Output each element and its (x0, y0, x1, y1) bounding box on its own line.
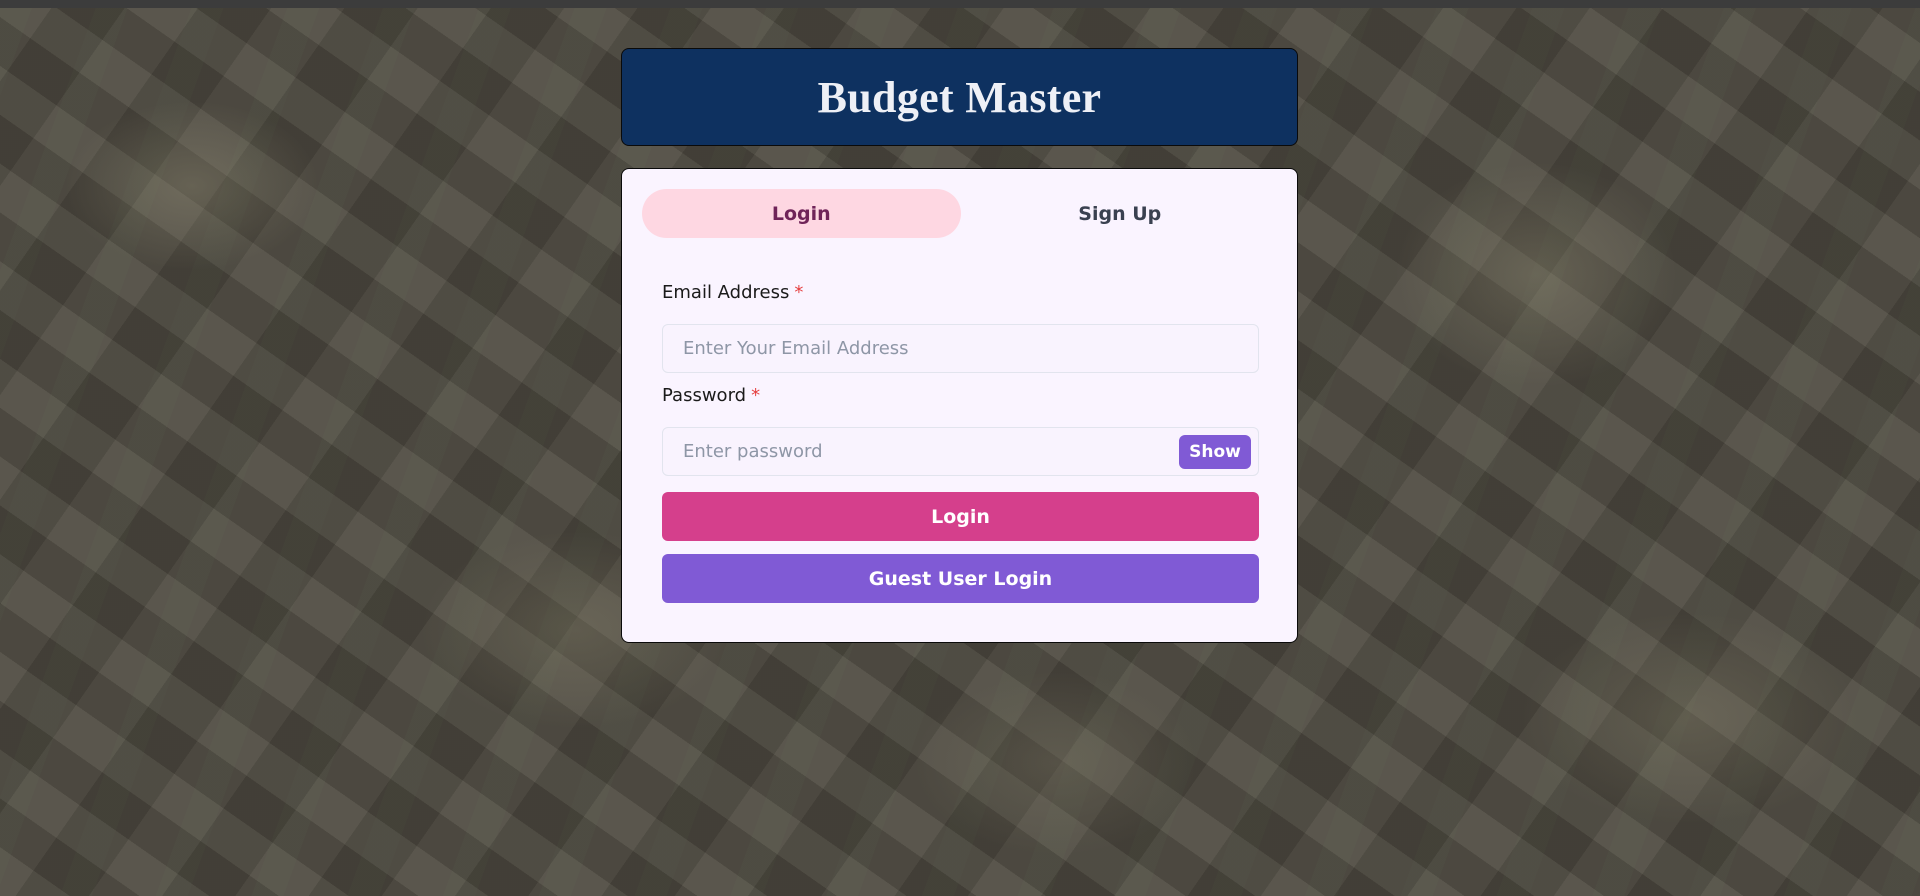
email-label-text: Email Address (662, 282, 790, 303)
browser-top-strip (0, 0, 1920, 8)
login-button[interactable]: Login (662, 492, 1259, 541)
auth-card: Login Sign Up Email Address* Password* S… (621, 168, 1298, 643)
password-required-mark: * (751, 385, 761, 406)
tab-sign-up[interactable]: Sign Up (961, 189, 1280, 238)
email-required-mark: * (794, 282, 804, 303)
guest-login-button[interactable]: Guest User Login (662, 554, 1259, 603)
password-field[interactable] (663, 428, 1258, 475)
email-field-box (662, 324, 1259, 373)
password-label: Password * (662, 385, 760, 406)
email-label: Email Address * (662, 282, 803, 303)
show-password-button[interactable]: Show (1179, 435, 1251, 469)
auth-tabs: Login Sign Up (642, 189, 1279, 238)
password-label-text: Password (662, 385, 747, 406)
password-field-box: Show (662, 427, 1259, 476)
app-header: Budget Master (621, 48, 1298, 146)
tab-login[interactable]: Login (642, 189, 961, 238)
email-field[interactable] (663, 325, 1258, 372)
app-title: Budget Master (817, 72, 1102, 122)
